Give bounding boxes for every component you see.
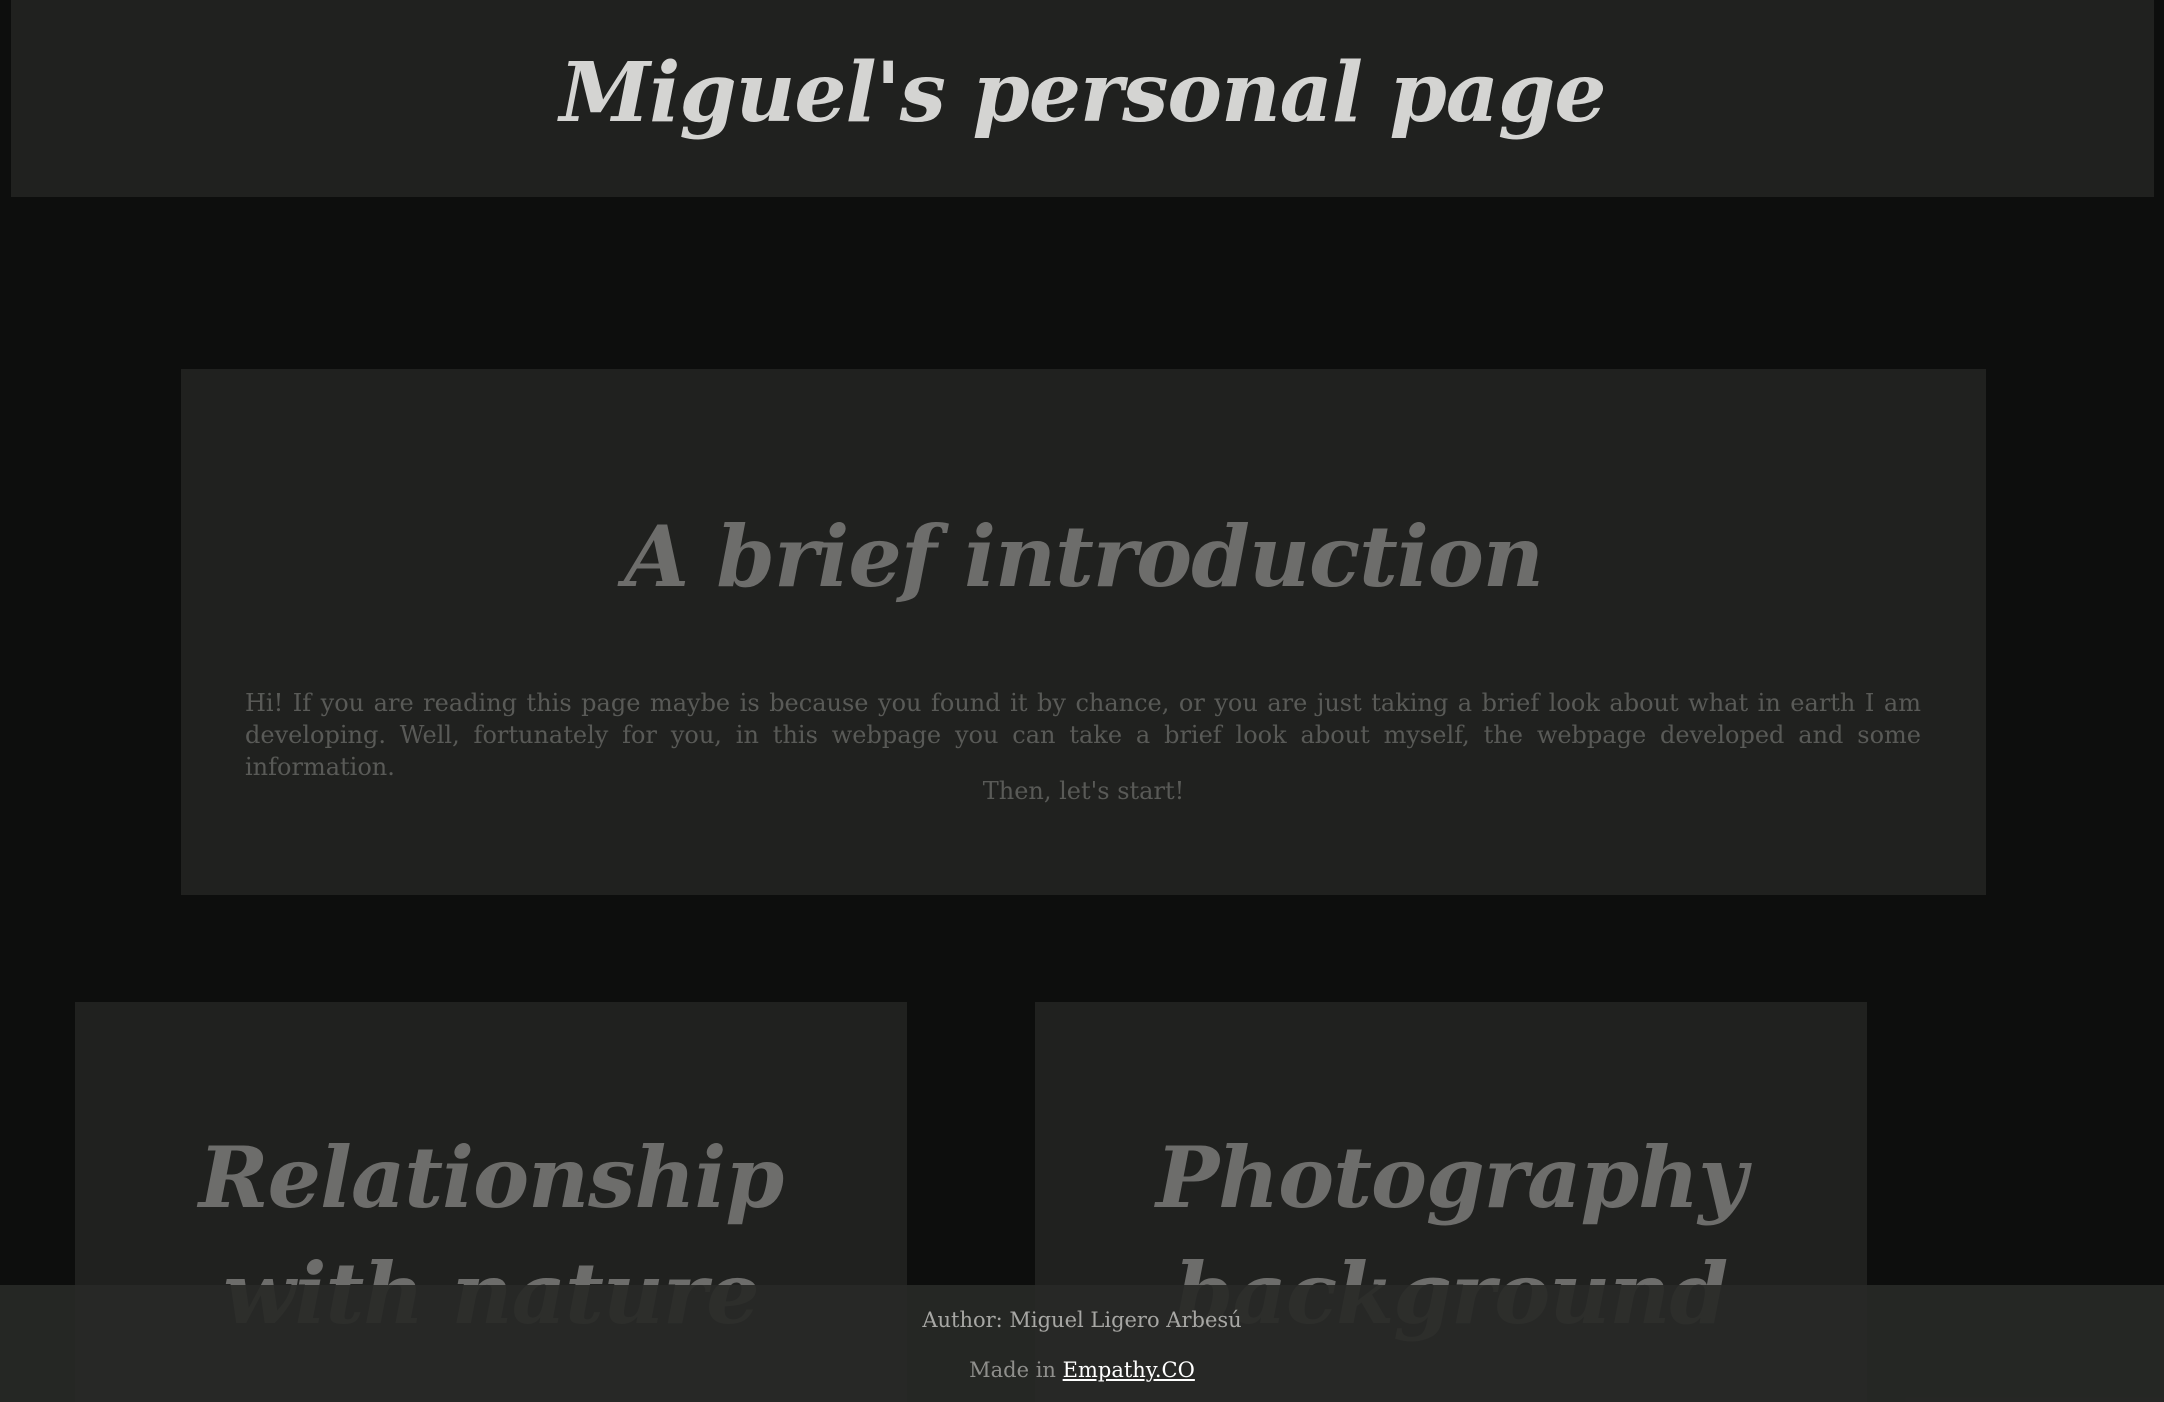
page-title: Miguel's personal page bbox=[559, 44, 1606, 141]
intro-heading: A brief introduction bbox=[624, 507, 1544, 606]
footer-made-in: Made in Empathy.CO bbox=[0, 1355, 2164, 1385]
site-footer: Author: Miguel Ligero Arbesú Made in Emp… bbox=[0, 1285, 2164, 1402]
footer-author: Author: Miguel Ligero Arbesú bbox=[922, 1308, 1242, 1332]
site-header: Miguel's personal page bbox=[11, 0, 2154, 197]
page-root: Miguel's personal page A brief introduct… bbox=[0, 0, 2164, 1402]
footer-made-prefix: Made in bbox=[969, 1358, 1056, 1382]
empathy-link[interactable]: Empathy.CO bbox=[1063, 1358, 1195, 1382]
intro-paragraph: Hi! If you are reading this page maybe i… bbox=[245, 689, 1921, 781]
intro-cta-text: Then, let's start! bbox=[982, 777, 1185, 805]
intro-card: A brief introduction Hi! If you are read… bbox=[181, 369, 1986, 895]
